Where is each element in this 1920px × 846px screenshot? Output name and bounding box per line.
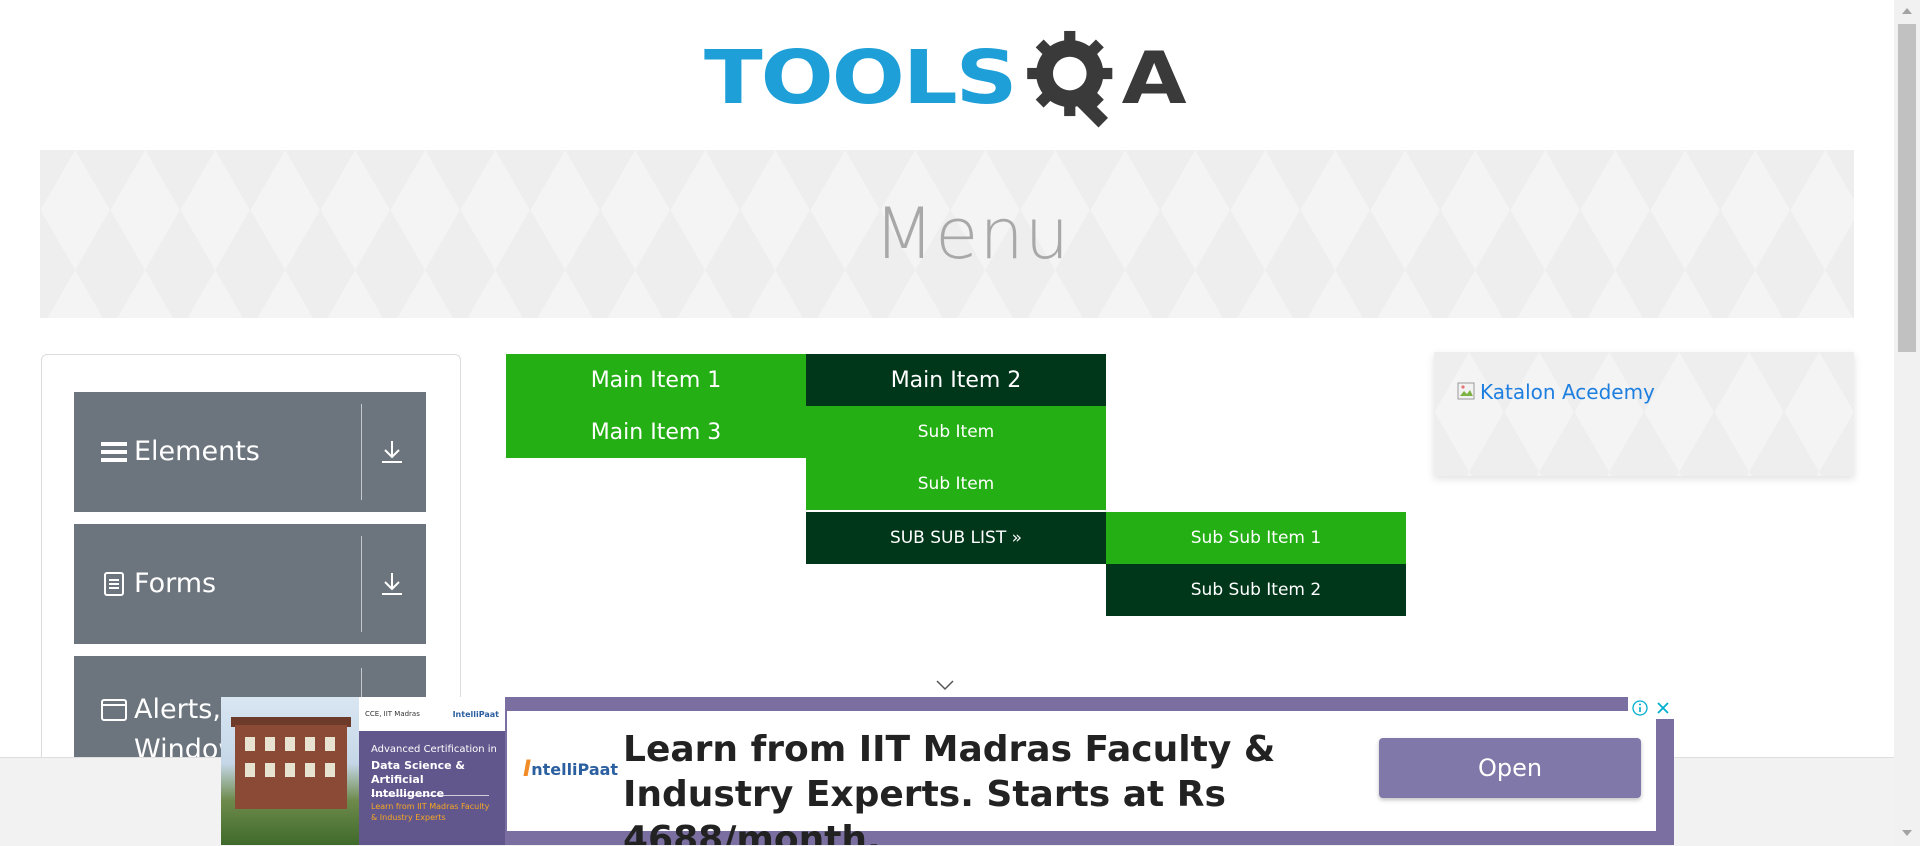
katalon-ad-card: Katalon Acedemy <box>1434 352 1854 476</box>
group-title: Elements <box>134 436 260 467</box>
promo-brand: IntelliPaat <box>452 709 499 719</box>
toolsqa-logo[interactable]: TOOLS A <box>704 18 1194 138</box>
building-window <box>265 737 275 751</box>
promo-header: CCE, IIT Madras IntelliPaat <box>359 697 505 731</box>
building-window <box>305 737 315 751</box>
window-icon <box>100 696 128 724</box>
menu-sub-item-2[interactable]: Sub Item <box>806 458 1106 510</box>
page-title: Menu <box>873 193 1071 275</box>
page-scrollbar[interactable] <box>1894 0 1920 846</box>
divider <box>361 536 362 632</box>
chevron-down-icon[interactable] <box>934 674 956 696</box>
building-window <box>245 763 255 777</box>
close-icon[interactable] <box>1656 701 1670 715</box>
promo-institute: CCE, IIT Madras <box>365 710 420 718</box>
gear-magnifier-icon <box>1026 30 1112 128</box>
ad-controls <box>1628 697 1674 719</box>
scrollbar-thumb[interactable] <box>1898 24 1916 352</box>
logo-initial: I <box>523 757 532 782</box>
divider <box>361 404 362 500</box>
ad-promo-panel: CCE, IIT Madras IntelliPaat Advanced Cer… <box>359 697 505 845</box>
promo-certification: Advanced Certification in <box>371 744 497 755</box>
ad-headline: Learn from IIT Madras Faculty & Industry… <box>623 729 1276 845</box>
ad-body[interactable]: I ntelliPaat Learn from IIT Madras Facul… <box>507 711 1656 845</box>
scroll-down-arrow-icon[interactable] <box>1902 830 1912 836</box>
building-window <box>305 763 315 777</box>
katalon-image-alt: Katalon Acedemy <box>1480 380 1655 404</box>
menu-main-item-2[interactable]: Main Item 2 <box>806 354 1106 406</box>
group-title: Forms <box>134 568 217 599</box>
menu-sub-sub-item-1[interactable]: Sub Sub Item 1 <box>1106 512 1406 564</box>
logo-text-tools: TOOLS <box>704 35 1018 121</box>
menu-sub-sub-item-2[interactable]: Sub Sub Item 2 <box>1106 564 1406 616</box>
hamburger-icon <box>100 438 128 466</box>
menu-main-item-1[interactable]: Main Item 1 <box>506 354 806 406</box>
building-window <box>325 763 335 777</box>
download-arrow-icon[interactable] <box>374 566 410 602</box>
intellipaat-logo: I ntelliPaat <box>523 757 618 782</box>
menu-sub-sub-list[interactable]: SUB SUB LIST » <box>806 512 1106 564</box>
ad-campus-photo <box>221 697 359 845</box>
scroll-up-arrow-icon[interactable] <box>1902 8 1912 14</box>
logo-text-a: A <box>1121 35 1187 121</box>
building-window <box>245 737 255 751</box>
document-icon <box>100 570 128 598</box>
menu-sub-item-1[interactable]: Sub Item <box>806 406 1106 458</box>
ad-open-button[interactable]: Open <box>1379 738 1641 798</box>
group-header-forms[interactable]: Forms <box>74 524 426 644</box>
site-header: TOOLS A <box>0 0 1894 150</box>
menu-main-item-3[interactable]: Main Item 3 <box>506 406 806 458</box>
logo-text: ntelliPaat <box>531 760 619 779</box>
page-banner: Menu <box>40 150 1854 318</box>
building-window <box>265 763 275 777</box>
building-window <box>285 763 295 777</box>
info-icon[interactable] <box>1632 700 1648 716</box>
group-header-elements[interactable]: Elements <box>74 392 426 512</box>
building-window <box>325 737 335 751</box>
katalon-academy-link[interactable]: Katalon Acedemy <box>1456 380 1655 404</box>
broken-image-icon <box>1457 382 1475 400</box>
promo-tagline: Learn from IIT Madras Faculty & Industry… <box>371 802 490 822</box>
download-arrow-icon[interactable] <box>374 434 410 470</box>
promo-divider <box>371 795 489 796</box>
building-window <box>285 737 295 751</box>
bottom-ad-banner[interactable]: CCE, IIT Madras IntelliPaat Advanced Cer… <box>221 697 1674 845</box>
